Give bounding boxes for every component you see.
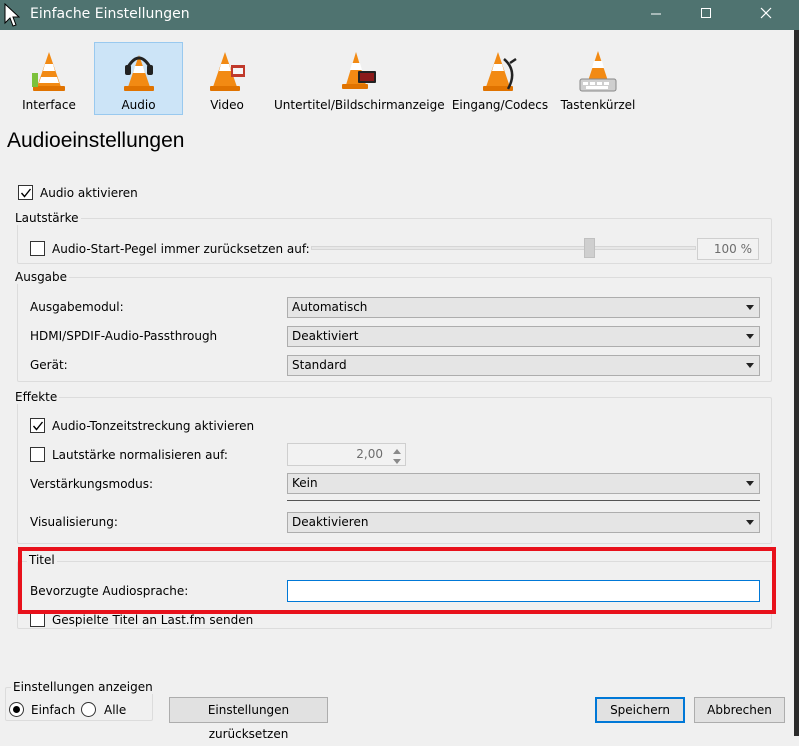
device-select[interactable]: Standard xyxy=(287,355,760,376)
reset-settings-button[interactable]: Einstellungen zurücksetzen xyxy=(169,697,328,741)
gain-mode-value: Kein xyxy=(292,476,318,490)
vlc-cone-headphones-icon xyxy=(123,55,154,91)
tab-subtitles-osd-label: Untertitel/Bildschirmanzeige xyxy=(274,98,445,112)
minimize-icon xyxy=(651,13,661,15)
dropdown-arrow-icon xyxy=(746,305,754,310)
device-label: Gerät: xyxy=(30,358,68,372)
tab-subtitles-osd[interactable]: Untertitel/Bildschirmanzeige xyxy=(273,42,445,115)
volume-group xyxy=(17,218,772,264)
visualization-label: Visualisierung: xyxy=(30,515,118,529)
title-bar: Einfache Einstellungen xyxy=(0,0,799,30)
device-value: Standard xyxy=(292,358,347,372)
output-module-select[interactable]: Automatisch xyxy=(287,297,760,318)
mouse-cursor-icon xyxy=(4,3,20,27)
passthrough-value: Deaktiviert xyxy=(292,329,359,343)
tab-video[interactable]: Video xyxy=(186,42,268,115)
maximize-button[interactable] xyxy=(683,0,729,30)
lastfm-checkbox[interactable] xyxy=(30,612,45,627)
output-group-label: Ausgabe xyxy=(13,270,70,284)
output-module-label: Ausgabemodul: xyxy=(30,300,124,314)
dropdown-arrow-icon xyxy=(746,481,754,486)
vlc-cone-display-icon xyxy=(342,52,376,89)
simple-radio-label: Einfach xyxy=(31,703,76,717)
audio-enable-checkbox[interactable] xyxy=(18,185,33,200)
page-title: Audioeinstellungen xyxy=(7,129,185,152)
dropdown-arrow-icon xyxy=(746,334,754,339)
volume-reset-label: Audio-Start-Pegel immer zurücksetzen auf… xyxy=(52,242,310,256)
normalize-checkbox[interactable] xyxy=(30,447,45,462)
volume-value-field[interactable]: 100 % xyxy=(697,238,759,260)
simple-radio[interactable] xyxy=(9,702,24,717)
normalize-value: 2,00 xyxy=(356,447,383,461)
check-icon xyxy=(32,421,44,431)
radio-dot xyxy=(13,706,20,713)
tab-input-codecs-label: Eingang/Codecs xyxy=(451,98,549,112)
tab-hotkeys[interactable]: Tastenkürzel xyxy=(555,42,641,115)
visualization-value: Deaktivieren xyxy=(292,515,369,529)
spin-down-button[interactable] xyxy=(390,455,404,464)
all-radio-label: Alle xyxy=(104,703,127,717)
gain-mode-select[interactable]: Kein xyxy=(287,473,760,494)
volume-slider-thumb[interactable] xyxy=(584,238,595,258)
dropdown-arrow-icon xyxy=(746,363,754,368)
time-stretch-checkbox[interactable] xyxy=(30,418,45,433)
close-icon xyxy=(760,7,772,19)
window-title: Einfache Einstellungen xyxy=(30,6,190,22)
minimize-button[interactable] xyxy=(633,0,679,30)
chevron-down-icon xyxy=(393,459,401,464)
save-button[interactable]: Speichern xyxy=(595,697,685,723)
gain-mode-label: Verstärkungsmodus: xyxy=(30,477,154,491)
audio-enable-label: Audio aktivieren xyxy=(40,186,138,200)
tab-interface-label: Interface xyxy=(22,98,76,112)
passthrough-select[interactable]: Deaktiviert xyxy=(287,326,760,347)
close-button[interactable] xyxy=(743,0,789,30)
tab-interface[interactable]: Interface xyxy=(8,42,90,115)
visualization-select[interactable]: Deaktivieren xyxy=(287,512,760,533)
tab-audio[interactable]: Audio xyxy=(94,42,183,115)
tab-video-label: Video xyxy=(210,98,244,112)
check-icon xyxy=(20,188,32,198)
output-module-value: Automatisch xyxy=(292,300,368,314)
vlc-cone-film-icon xyxy=(210,52,245,91)
lastfm-label: Gespielte Titel an Last.fm senden xyxy=(52,613,254,627)
maximize-icon xyxy=(701,8,711,18)
tab-audio-label: Audio xyxy=(121,98,156,112)
show-settings-group-label: Einstellungen anzeigen xyxy=(11,680,155,694)
separator-line xyxy=(287,500,760,501)
volume-slider-track[interactable] xyxy=(311,246,696,250)
red-highlight-box xyxy=(18,547,776,614)
normalize-value-spinbox[interactable]: 2,00 xyxy=(287,443,406,466)
all-radio[interactable] xyxy=(81,702,96,717)
background-window-edge xyxy=(794,30,799,736)
dropdown-arrow-icon xyxy=(746,520,754,525)
vlc-cone-keyboard-icon xyxy=(579,51,617,92)
passthrough-label: HDMI/SPDIF-Audio-Passthrough xyxy=(30,329,218,343)
volume-group-label: Lautstärke xyxy=(13,211,81,225)
volume-reset-checkbox[interactable] xyxy=(30,241,45,256)
vlc-cone-cable-icon xyxy=(483,52,517,91)
spin-up-button[interactable] xyxy=(390,445,404,454)
effects-group-label: Effekte xyxy=(13,390,60,404)
vlc-cone-interface-icon xyxy=(32,52,65,91)
tab-input-codecs[interactable]: Eingang/Codecs xyxy=(448,42,552,115)
normalize-label: Lautstärke normalisieren auf: xyxy=(52,448,228,462)
time-stretch-label: Audio-Tonzeitstreckung aktivieren xyxy=(52,419,255,433)
tab-hotkeys-label: Tastenkürzel xyxy=(560,98,636,112)
cancel-button[interactable]: Abbrechen xyxy=(694,697,785,723)
